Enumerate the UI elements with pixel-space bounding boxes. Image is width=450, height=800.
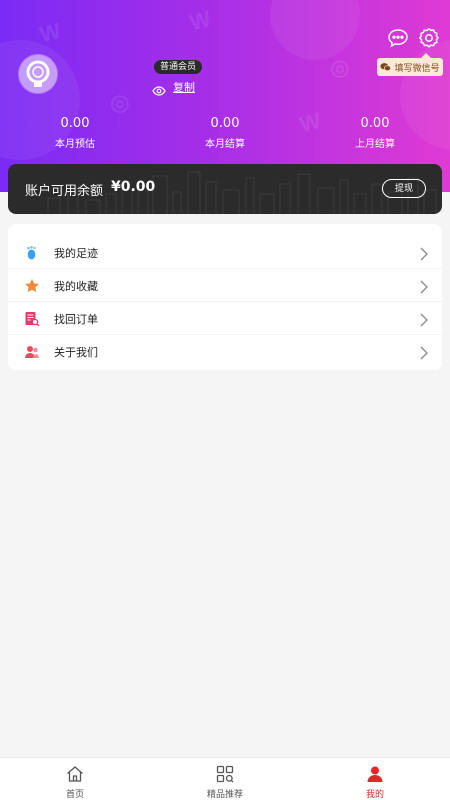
eye-icon[interactable] xyxy=(152,81,166,96)
decor-watermark: ◎ xyxy=(106,87,132,118)
menu-item-label: 我的足迹 xyxy=(54,247,98,260)
tab-mine[interactable]: 我的 xyxy=(335,764,415,800)
bottom-tab-bar: 首页 精品推荐 我的 xyxy=(0,757,450,800)
member-level-badge: 普通会员 xyxy=(154,60,202,74)
home-icon xyxy=(67,766,83,782)
tab-home[interactable]: 首页 xyxy=(35,764,115,800)
menu-item-label: 我的收藏 xyxy=(54,280,98,293)
avatar[interactable] xyxy=(18,54,58,94)
menu-item-label: 关于我们 xyxy=(54,346,98,359)
menu-item-retrieve-order[interactable]: 找回订单 xyxy=(8,302,442,335)
balance-label: 账户可用余额 xyxy=(25,184,104,199)
menu-list: 我的足迹 我的收藏 找回订单 关于我们 xyxy=(8,224,442,370)
tab-label: 我的 xyxy=(365,790,384,800)
balance-card: 账户可用余额 ¥0.00 提现 xyxy=(8,164,442,214)
stat-label: 本月预估 xyxy=(55,139,95,150)
grid-icon xyxy=(216,765,234,783)
stat-value: 0.00 xyxy=(60,116,90,131)
menu-item-about-us[interactable]: 关于我们 xyxy=(8,335,442,368)
chevron-right-icon xyxy=(420,312,428,327)
stat-label: 本月结算 xyxy=(205,139,245,150)
chevron-right-icon xyxy=(420,279,428,294)
decor-circle xyxy=(270,0,360,60)
stat-this-month-estimate[interactable]: 0.00 本月预估 xyxy=(25,116,125,150)
order-search-icon xyxy=(24,311,40,327)
menu-item-label: 找回订单 xyxy=(54,313,98,326)
decor-watermark: W xyxy=(296,107,324,138)
fill-wechat-button[interactable]: 填写微信号 xyxy=(377,53,443,76)
wechat-icon xyxy=(380,63,392,72)
stat-this-month-settled[interactable]: 0.00 本月结算 xyxy=(175,116,275,150)
message-icon[interactable] xyxy=(386,26,410,50)
balance-value: ¥0.00 xyxy=(111,179,156,195)
copy-link[interactable]: 复制 xyxy=(173,79,195,95)
decor-watermark: ◎ xyxy=(326,52,352,83)
menu-item-favorites[interactable]: 我的收藏 xyxy=(8,269,442,302)
settings-icon[interactable] xyxy=(417,26,441,50)
about-us-icon xyxy=(24,344,40,360)
star-icon xyxy=(24,278,40,294)
withdraw-button[interactable]: 提现 xyxy=(382,179,426,198)
chevron-right-icon xyxy=(420,345,428,360)
stat-last-month-settled[interactable]: 0.00 上月结算 xyxy=(325,116,425,150)
footprint-icon xyxy=(24,245,40,261)
menu-item-footprint[interactable]: 我的足迹 xyxy=(8,236,442,269)
decor-watermark: W xyxy=(186,5,214,36)
fill-wechat-label: 填写微信号 xyxy=(394,63,440,74)
tab-label: 精品推荐 xyxy=(206,790,243,800)
tab-label: 首页 xyxy=(65,790,84,800)
stat-label: 上月结算 xyxy=(355,139,395,150)
user-icon xyxy=(367,766,383,782)
chevron-right-icon xyxy=(420,246,428,261)
tab-featured[interactable]: 精品推荐 xyxy=(185,764,265,800)
avatar-placeholder-icon xyxy=(19,55,57,93)
stat-value: 0.00 xyxy=(360,116,390,131)
stat-value: 0.00 xyxy=(210,116,240,131)
